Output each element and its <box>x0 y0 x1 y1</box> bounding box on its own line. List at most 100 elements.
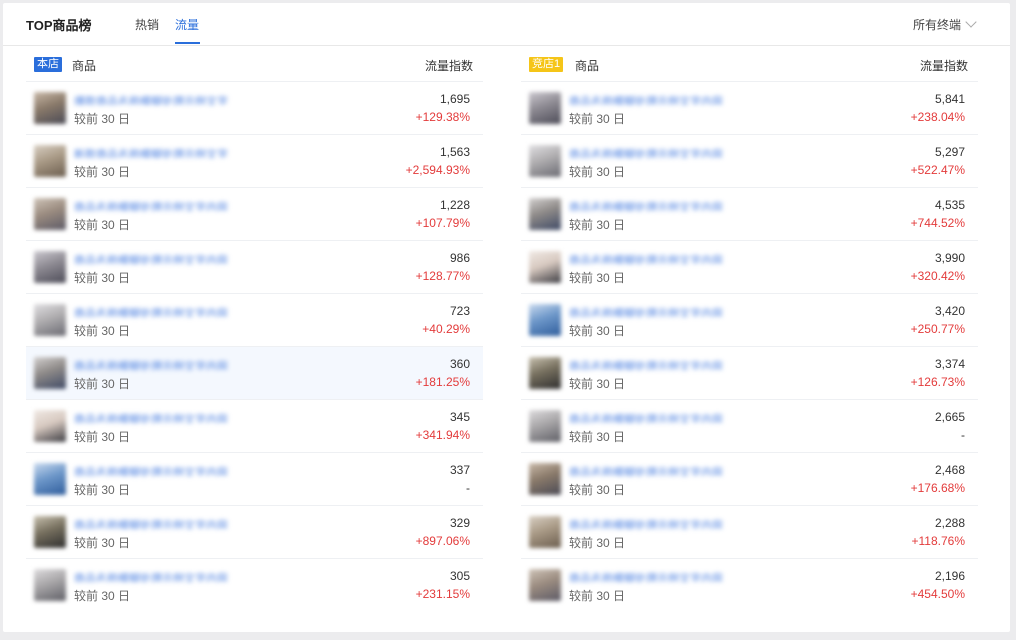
product-thumbnail[interactable] <box>529 198 561 230</box>
traffic-index-value: 4,535 <box>934 198 965 212</box>
table-row[interactable]: 商品名称模糊处理示例文字内容 较前 30 日 5,841 +238.04% <box>521 81 978 134</box>
product-thumbnail[interactable] <box>529 569 561 601</box>
traffic-index-value: 5,297 <box>934 145 965 159</box>
own-shop-badge: 本店 <box>34 57 62 72</box>
product-thumbnail[interactable] <box>34 569 66 601</box>
table-row[interactable]: 商品名称模糊处理示例文字内容 较前 30 日 3,374 +126.73% <box>521 346 978 399</box>
product-name-link[interactable]: 商品名称模糊处理示例文字内容 <box>569 358 749 370</box>
traffic-index-value: 3,990 <box>934 251 965 265</box>
table-row[interactable]: 商品名称模糊处理示例文字内容 较前 30 日 2,665 - <box>521 399 978 452</box>
competitor-shop-panel: 竞店1 商品 流量指数 商品名称模糊处理示例文字内容 较前 30 日 5,841 +2… <box>521 47 978 611</box>
product-name-link[interactable]: 商品名称模糊处理示例文字内容 <box>569 570 749 582</box>
product-name-link[interactable]: 新款商品名称模糊处理示例文字 <box>74 146 254 158</box>
product-thumbnail[interactable] <box>34 198 66 230</box>
tab-hot-sales[interactable]: 热销 <box>135 16 159 33</box>
compare-period-label: 较前 30 日 <box>569 536 626 550</box>
table-row[interactable]: 商品名称模糊处理示例文字内容 较前 30 日 345 +341.94% <box>26 399 483 452</box>
terminal-dropdown[interactable]: 所有终端 <box>913 16 977 33</box>
product-thumbnail[interactable] <box>34 410 66 442</box>
product-name-link[interactable]: 商品名称模糊处理示例文字内容 <box>74 517 254 529</box>
product-name-link[interactable]: 商品名称模糊处理示例文字内容 <box>74 464 254 476</box>
compare-period-label: 较前 30 日 <box>569 430 626 444</box>
traffic-index-value: 1,563 <box>439 145 470 159</box>
product-thumbnail[interactable] <box>34 92 66 124</box>
traffic-index-value: 2,288 <box>934 516 965 530</box>
table-row[interactable]: 商品名称模糊处理示例文字内容 较前 30 日 1,228 +107.79% <box>26 187 483 240</box>
product-thumbnail[interactable] <box>529 357 561 389</box>
compare-period-label: 较前 30 日 <box>74 377 131 391</box>
table-row[interactable]: 商品名称模糊处理示例文字内容 较前 30 日 2,288 +118.76% <box>521 505 978 558</box>
product-thumbnail[interactable] <box>529 92 561 124</box>
product-name-link[interactable]: 商品名称模糊处理示例文字内容 <box>74 358 254 370</box>
traffic-index-value: 305 <box>449 569 470 583</box>
product-thumbnail[interactable] <box>34 251 66 283</box>
table-row[interactable]: 商品名称模糊处理示例文字内容 较前 30 日 986 +128.77% <box>26 240 483 293</box>
table-row[interactable]: 商品名称模糊处理示例文字内容 较前 30 日 3,420 +250.77% <box>521 293 978 346</box>
product-thumbnail[interactable] <box>34 516 66 548</box>
compare-period-label: 较前 30 日 <box>74 271 131 285</box>
product-name-link[interactable]: 商品名称模糊处理示例文字内容 <box>74 411 254 423</box>
product-name-link[interactable]: 商品名称模糊处理示例文字内容 <box>74 305 254 317</box>
traffic-index-value: 5,841 <box>934 92 965 106</box>
compare-period-label: 较前 30 日 <box>569 112 626 126</box>
table-row[interactable]: 商品名称模糊处理示例文字内容 较前 30 日 5,297 +522.47% <box>521 134 978 187</box>
product-name-link[interactable]: 爆款商品名称模糊处理示例文字 <box>74 93 254 105</box>
product-name-link[interactable]: 商品名称模糊处理示例文字内容 <box>74 252 254 264</box>
product-thumbnail[interactable] <box>529 145 561 177</box>
product-thumbnail[interactable] <box>34 304 66 336</box>
compare-period-label: 较前 30 日 <box>569 271 626 285</box>
product-name-link[interactable]: 商品名称模糊处理示例文字内容 <box>569 464 749 476</box>
traffic-index-value: 329 <box>449 516 470 530</box>
card-header: TOP商品榜 热销 流量 所有终端 <box>3 3 1010 46</box>
change-percent: +128.77% <box>415 269 470 283</box>
table-row[interactable]: 商品名称模糊处理示例文字内容 较前 30 日 2,196 +454.50% <box>521 558 978 611</box>
product-thumbnail[interactable] <box>529 463 561 495</box>
table-row[interactable]: 新款商品名称模糊处理示例文字 较前 30 日 1,563 +2,594.93% <box>26 134 483 187</box>
product-thumbnail[interactable] <box>34 357 66 389</box>
top-products-card: TOP商品榜 热销 流量 所有终端 本店 商品 流量指数 爆款商品名称模糊处理示… <box>3 3 1010 632</box>
change-percent: +454.50% <box>910 587 965 601</box>
table-row[interactable]: 爆款商品名称模糊处理示例文字 较前 30 日 1,695 +129.38% <box>26 81 483 134</box>
product-thumbnail[interactable] <box>529 516 561 548</box>
change-percent: +897.06% <box>415 534 470 548</box>
product-name-link[interactable]: 商品名称模糊处理示例文字内容 <box>569 411 749 423</box>
compare-period-label: 较前 30 日 <box>74 430 131 444</box>
table-row[interactable]: 商品名称模糊处理示例文字内容 较前 30 日 337 - <box>26 452 483 505</box>
traffic-index-value: 360 <box>449 357 470 371</box>
tab-traffic[interactable]: 流量 <box>175 16 199 33</box>
change-percent: +231.15% <box>415 587 470 601</box>
compare-period-label: 较前 30 日 <box>569 589 626 603</box>
change-percent: +118.76% <box>911 534 966 548</box>
change-percent: +2,594.93% <box>405 163 470 177</box>
product-thumbnail[interactable] <box>34 145 66 177</box>
table-row[interactable]: 商品名称模糊处理示例文字内容 较前 30 日 723 +40.29% <box>26 293 483 346</box>
change-percent: +238.04% <box>910 110 965 124</box>
column-header-goods: 商品 <box>72 59 97 73</box>
product-thumbnail[interactable] <box>34 463 66 495</box>
product-name-link[interactable]: 商品名称模糊处理示例文字内容 <box>569 146 749 158</box>
column-header-goods: 商品 <box>575 59 600 73</box>
table-row[interactable]: 商品名称模糊处理示例文字内容 较前 30 日 329 +897.06% <box>26 505 483 558</box>
change-percent: +129.38% <box>415 110 470 124</box>
product-name-link[interactable]: 商品名称模糊处理示例文字内容 <box>569 199 749 211</box>
change-percent: +126.73% <box>910 375 965 389</box>
product-name-link[interactable]: 商品名称模糊处理示例文字内容 <box>569 252 749 264</box>
traffic-index-value: 345 <box>449 410 470 424</box>
product-name-link[interactable]: 商品名称模糊处理示例文字内容 <box>569 305 749 317</box>
table-row[interactable]: 商品名称模糊处理示例文字内容 较前 30 日 360 +181.25% <box>26 346 483 399</box>
table-row[interactable]: 商品名称模糊处理示例文字内容 较前 30 日 2,468 +176.68% <box>521 452 978 505</box>
product-thumbnail[interactable] <box>529 251 561 283</box>
table-row[interactable]: 商品名称模糊处理示例文字内容 较前 30 日 4,535 +744.52% <box>521 187 978 240</box>
table-row[interactable]: 商品名称模糊处理示例文字内容 较前 30 日 3,990 +320.42% <box>521 240 978 293</box>
table-row[interactable]: 商品名称模糊处理示例文字内容 较前 30 日 305 +231.15% <box>26 558 483 611</box>
product-thumbnail[interactable] <box>529 304 561 336</box>
product-name-link[interactable]: 商品名称模糊处理示例文字内容 <box>74 199 254 211</box>
traffic-index-value: 2,468 <box>934 463 965 477</box>
product-name-link[interactable]: 商品名称模糊处理示例文字内容 <box>74 570 254 582</box>
product-name-link[interactable]: 商品名称模糊处理示例文字内容 <box>569 517 749 529</box>
change-percent: +320.42% <box>910 269 965 283</box>
product-name-link[interactable]: 商品名称模糊处理示例文字内容 <box>569 93 749 105</box>
change-percent: - <box>466 481 470 495</box>
product-thumbnail[interactable] <box>529 410 561 442</box>
own-shop-panel: 本店 商品 流量指数 爆款商品名称模糊处理示例文字 较前 30 日 1,695 +12… <box>26 47 483 611</box>
